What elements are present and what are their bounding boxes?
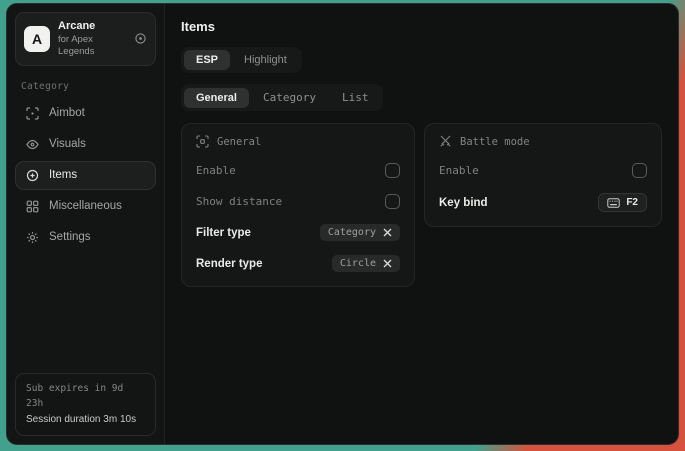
setting-label: Filter type: [196, 227, 251, 239]
filter-type-tag[interactable]: Category: [320, 224, 400, 241]
sidebar-spacer: [15, 252, 156, 374]
target-icon[interactable]: [134, 32, 147, 45]
main-content: Items ESP Highlight General Category Lis…: [165, 4, 678, 444]
sidebar-item-aimbot[interactable]: Aimbot: [15, 99, 156, 128]
panel-title: General: [217, 136, 261, 148]
setting-row-enable: Enable: [196, 162, 400, 179]
app-window: A Arcane for Apex Legends Category: [6, 3, 679, 445]
sidebar-nav: Aimbot Visuals Items: [15, 99, 156, 252]
session-duration-text: Session duration 3m 10s: [26, 412, 145, 428]
setting-label: Show distance: [196, 195, 282, 208]
setting-label: Key bind: [439, 197, 488, 209]
app-logo: A: [24, 26, 50, 52]
setting-row-enable: Enable: [439, 162, 647, 179]
setting-row-show-distance: Show distance: [196, 193, 400, 210]
sidebar-item-items[interactable]: Items: [15, 161, 156, 190]
app-subtitle: for Apex Legends: [58, 34, 126, 58]
subscription-info-card: Sub expires in 9d 23h Session duration 3…: [15, 373, 156, 436]
show-distance-checkbox[interactable]: [385, 194, 400, 209]
sidebar-item-label: Miscellaneous: [49, 200, 122, 212]
scan-icon: [196, 135, 209, 148]
app-name: Arcane: [58, 20, 126, 34]
eye-icon: [26, 138, 39, 151]
setting-row-key-bind: Key bind F2: [439, 193, 647, 212]
box-icon: [26, 169, 39, 182]
setting-row-render-type: Render type Circle: [196, 255, 400, 272]
keybind-button[interactable]: F2: [598, 193, 647, 212]
sidebar-item-visuals[interactable]: Visuals: [15, 130, 156, 159]
sidebar-item-settings[interactable]: Settings: [15, 223, 156, 252]
tab-general[interactable]: General: [184, 88, 249, 108]
page-title: Items: [181, 19, 662, 34]
crosshair-icon: [26, 107, 39, 120]
sidebar-item-miscellaneous[interactable]: Miscellaneous: [15, 192, 156, 221]
battle-mode-panel: Battle mode Enable Key bind: [424, 123, 662, 227]
setting-label: Enable: [439, 164, 479, 177]
view-tab-group: General Category List: [181, 84, 383, 111]
category-section-label: Category: [21, 81, 150, 92]
sub-expiry-text: Sub expires in 9d 23h: [26, 382, 145, 411]
sidebar-item-label: Aimbot: [49, 107, 85, 119]
sidebar: A Arcane for Apex Legends Category: [7, 4, 165, 444]
sidebar-item-label: Items: [49, 169, 77, 181]
tab-highlight[interactable]: Highlight: [232, 50, 299, 70]
settings-panels: General Enable Show distance Filter type…: [181, 123, 662, 287]
render-type-tag[interactable]: Circle: [332, 255, 400, 272]
tab-category[interactable]: Category: [251, 87, 328, 108]
close-icon[interactable]: [383, 259, 392, 268]
setting-row-filter-type: Filter type Category: [196, 224, 400, 241]
tag-value: Category: [328, 227, 376, 238]
tab-esp[interactable]: ESP: [184, 50, 230, 70]
keyboard-icon: [607, 198, 620, 208]
setting-label: Render type: [196, 258, 262, 270]
sidebar-item-label: Settings: [49, 231, 91, 243]
close-icon[interactable]: [383, 228, 392, 237]
battle-enable-checkbox[interactable]: [632, 163, 647, 178]
mode-tab-group: ESP Highlight: [181, 47, 302, 73]
tag-value: Circle: [340, 258, 376, 269]
keybind-value: F2: [626, 197, 638, 208]
swords-icon: [439, 135, 452, 148]
general-panel: General Enable Show distance Filter type…: [181, 123, 415, 287]
app-header-card: A Arcane for Apex Legends: [15, 12, 156, 66]
panel-title: Battle mode: [460, 136, 530, 148]
enable-checkbox[interactable]: [385, 163, 400, 178]
tab-list[interactable]: List: [330, 87, 381, 108]
grid-icon: [26, 200, 39, 213]
gear-icon: [26, 231, 39, 244]
setting-label: Enable: [196, 164, 236, 177]
sidebar-item-label: Visuals: [49, 138, 86, 150]
